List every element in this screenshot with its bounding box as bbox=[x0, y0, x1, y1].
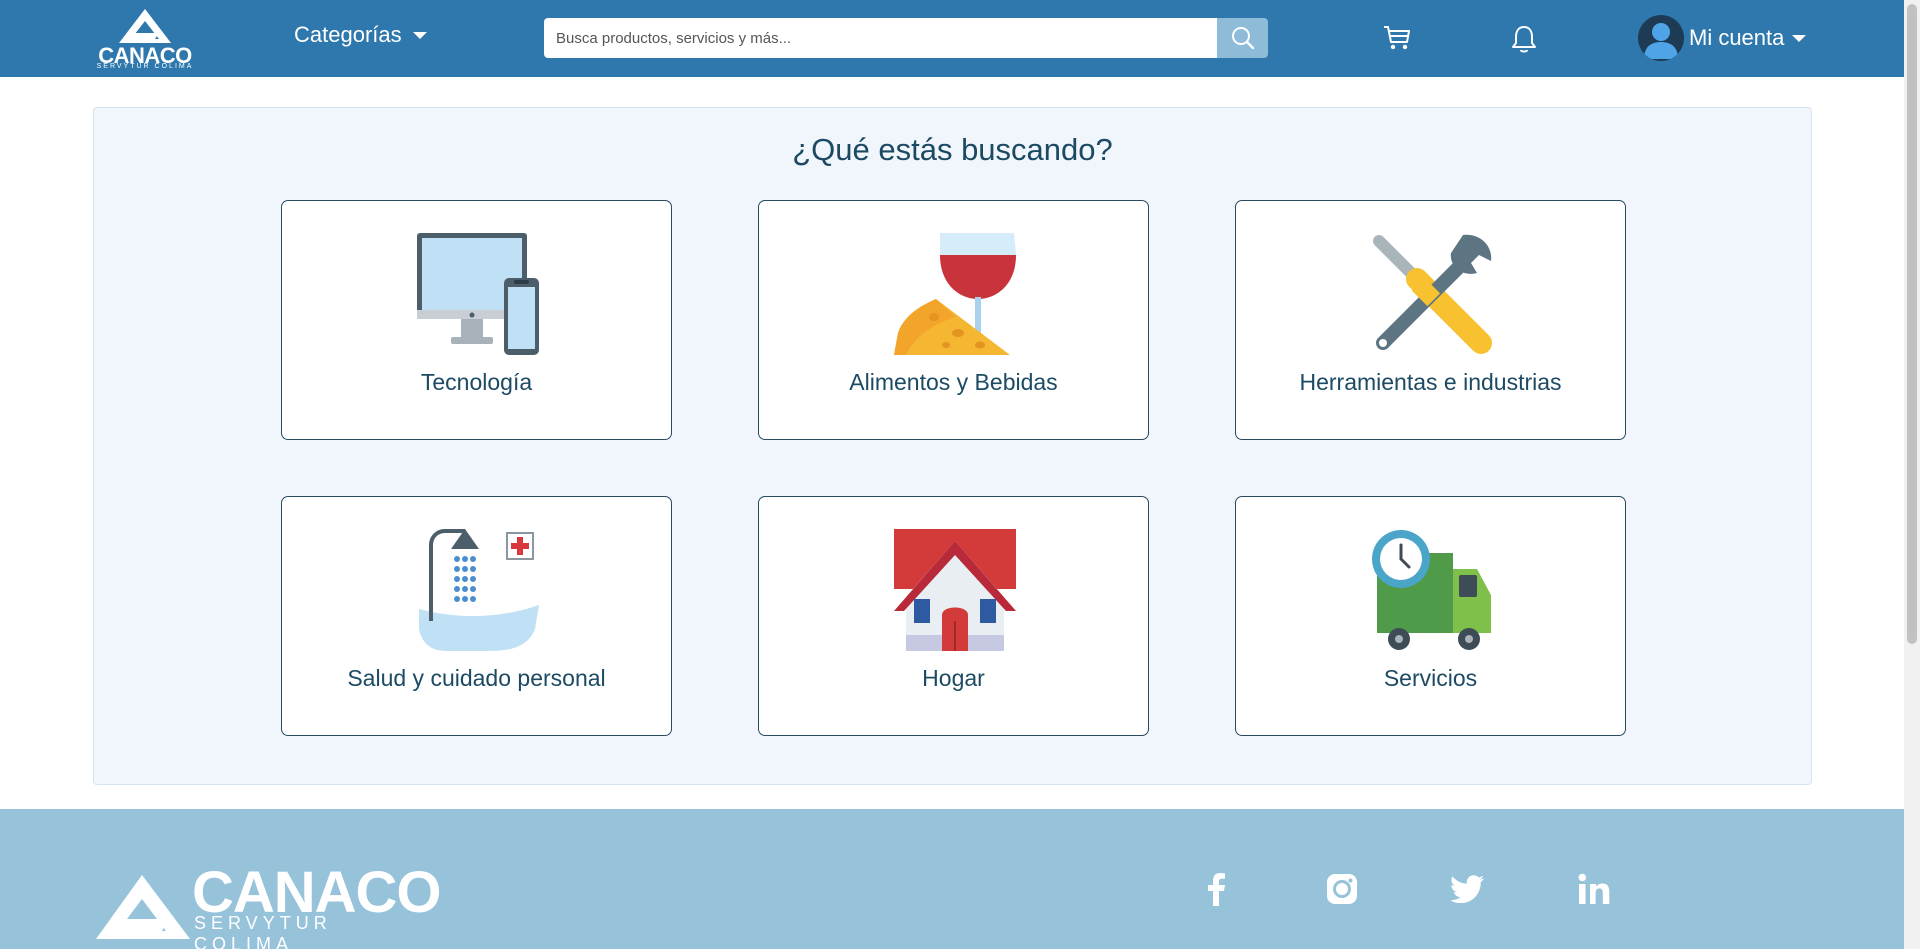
footer: CANACO SERVYTUR COLIMA bbox=[0, 809, 1904, 949]
category-label: Alimentos y Bebidas bbox=[849, 369, 1058, 395]
wine-cheese-icon bbox=[894, 233, 1016, 355]
logo-triangle-icon bbox=[119, 9, 171, 43]
instagram-icon bbox=[1327, 874, 1357, 904]
category-label: Servicios bbox=[1383, 665, 1478, 691]
instagram-link[interactable] bbox=[1322, 869, 1362, 909]
categories-label: Categorías bbox=[294, 22, 402, 47]
facebook-icon bbox=[1208, 873, 1225, 906]
category-label: Hogar bbox=[922, 665, 985, 691]
search-button[interactable] bbox=[1217, 18, 1268, 58]
category-label: Tecnología bbox=[420, 369, 533, 395]
page-scrollbar[interactable] bbox=[1904, 0, 1920, 949]
house-icon bbox=[894, 529, 1016, 651]
footer-brand-subtitle: SERVYTUR COLIMA bbox=[194, 913, 332, 949]
twitter-icon bbox=[1451, 875, 1484, 903]
scrollbar-thumb[interactable] bbox=[1907, 4, 1917, 644]
category-card-alimentos[interactable]: Alimentos y Bebidas bbox=[758, 200, 1149, 440]
bell-icon bbox=[1512, 26, 1536, 53]
shower-health-icon bbox=[419, 529, 539, 651]
search-icon bbox=[1231, 27, 1254, 50]
category-label: Herramientas e industrias bbox=[1299, 369, 1562, 395]
user-icon bbox=[1644, 23, 1678, 59]
delivery-truck-icon bbox=[1372, 530, 1491, 650]
avatar bbox=[1638, 15, 1684, 61]
chevron-down-icon bbox=[1792, 34, 1807, 42]
computer-phone-icon bbox=[417, 233, 539, 355]
notifications-button[interactable] bbox=[1510, 24, 1538, 59]
chevron-down-icon bbox=[412, 31, 427, 39]
category-card-salud[interactable]: Salud y cuidado personal bbox=[281, 496, 672, 736]
account-dropdown[interactable]: Mi cuenta bbox=[1638, 15, 1807, 61]
linkedin-link[interactable] bbox=[1574, 869, 1614, 909]
categories-dropdown[interactable]: Categorías bbox=[294, 22, 427, 48]
category-card-tecnologia[interactable]: Tecnología bbox=[281, 200, 672, 440]
cart-button[interactable] bbox=[1382, 24, 1412, 57]
tools-icon bbox=[1373, 234, 1492, 354]
brand-subtitle: SERVYTUR COLIMA bbox=[96, 63, 194, 70]
facebook-link[interactable] bbox=[1196, 869, 1236, 909]
brand-logo[interactable]: CANACO SERVYTUR COLIMA bbox=[95, 7, 195, 71]
search-input[interactable] bbox=[544, 18, 1217, 58]
category-card-servicios[interactable]: Servicios bbox=[1235, 496, 1626, 736]
logo-triangle-icon bbox=[96, 875, 190, 939]
twitter-link[interactable] bbox=[1448, 869, 1488, 909]
account-label: Mi cuenta bbox=[1689, 25, 1785, 50]
category-card-herramientas[interactable]: Herramientas e industrias bbox=[1235, 200, 1626, 440]
footer-brand-logo[interactable]: CANACO SERVYTUR COLIMA bbox=[96, 860, 442, 949]
cart-icon bbox=[1384, 26, 1410, 50]
category-card-hogar[interactable]: Hogar bbox=[758, 496, 1149, 736]
linkedin-icon bbox=[1578, 873, 1610, 904]
category-panel: ¿Qué estás buscando? Tecnología Alimento… bbox=[93, 107, 1812, 785]
category-label: Salud y cuidado personal bbox=[347, 665, 606, 691]
page-title: ¿Qué estás buscando? bbox=[792, 132, 1113, 167]
top-navbar: CANACO SERVYTUR COLIMA Categorías Busca … bbox=[0, 0, 1904, 77]
